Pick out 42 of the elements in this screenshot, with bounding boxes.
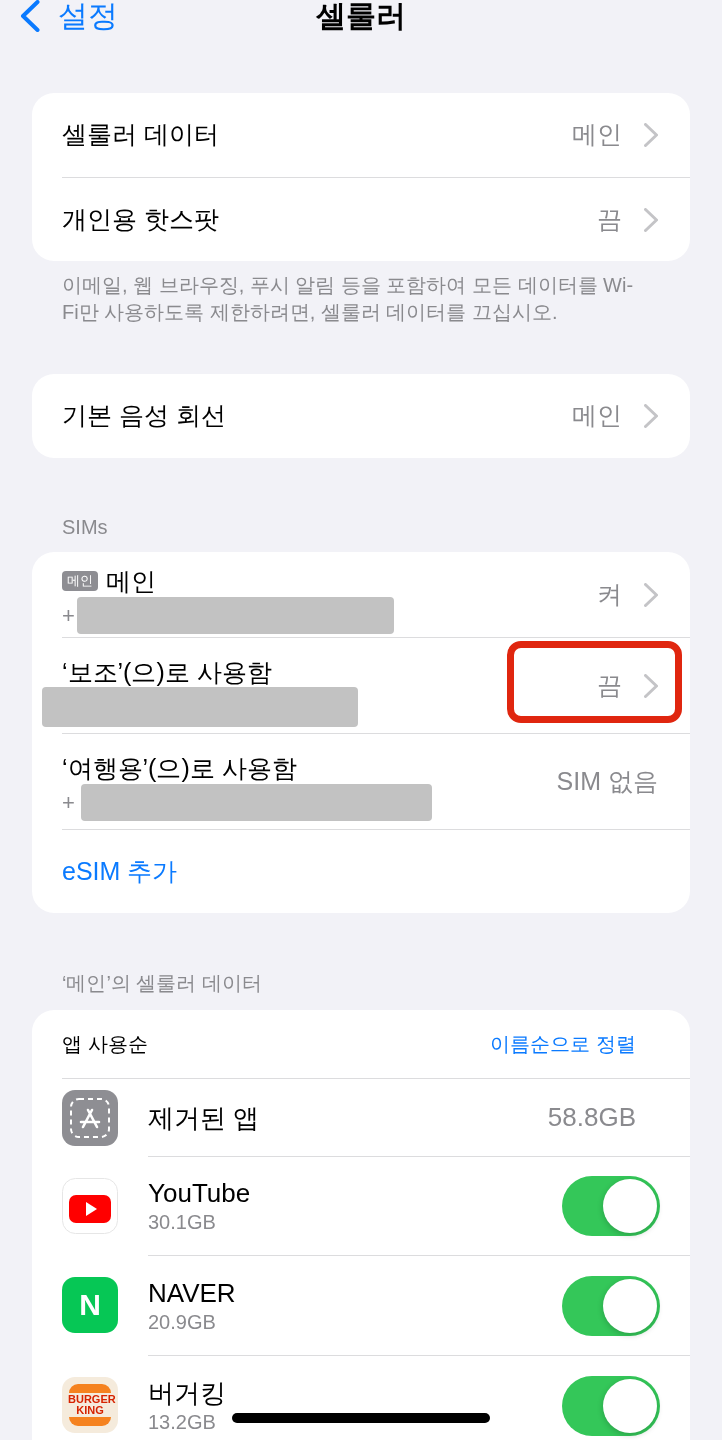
row-value: 메인 — [572, 400, 622, 432]
app-name: 제거된 앱 — [148, 1101, 260, 1134]
app-name: 버거킹 — [148, 1376, 226, 1409]
app-name: YouTube — [148, 1177, 251, 1209]
app-usage: 58.8GB — [547, 1101, 636, 1134]
app-logo: N — [62, 1277, 118, 1333]
add-esim-link[interactable]: eSIM 추가 — [62, 852, 178, 891]
footer-note: 이메일, 웹 브라우징, 푸시 알림 등을 포함하여 모든 데이터를 Wi-Fi만 사용하도록 제한하려면, 셀룰러 데이터를 끄십시오. — [62, 273, 635, 325]
app-usage: 13.2GB — [148, 1409, 217, 1435]
chevron-left-icon — [20, 0, 40, 32]
sim-name: ‘여행용’(으)로 사용함 — [62, 753, 297, 784]
app-logo: BURGER KING — [62, 1377, 118, 1433]
sim-name: 메인 — [106, 566, 156, 597]
chevron-right-icon — [644, 123, 658, 147]
sim-tag: 메인 — [62, 571, 98, 591]
sim-status: 끔 — [597, 669, 622, 701]
sort-by-name-link[interactable]: 이름순으로 정렬 — [490, 1029, 636, 1059]
row-label[interactable]: 기본 음성 회선 — [62, 397, 226, 435]
toggle-switch[interactable] — [562, 1176, 660, 1236]
chevron-right-icon — [644, 207, 658, 232]
sort-label: 앱 사용순 — [62, 1032, 148, 1057]
section-header: ‘메인’의 셀룰러 데이터 — [62, 971, 263, 996]
row-value: 끔 — [597, 203, 622, 235]
app-name: NAVER — [148, 1276, 236, 1309]
toggle-switch[interactable] — [562, 1275, 660, 1336]
app-usage: 30.1GB — [148, 1210, 217, 1235]
phone-number: + — [62, 789, 75, 817]
sim-status: SIM 없음 — [556, 765, 658, 797]
row-value: 메인 — [572, 119, 622, 151]
phone-number: + — [62, 602, 75, 630]
dashed-app-icon — [62, 1089, 118, 1146]
sim-name: ‘보조’(으)로 사용함 — [62, 657, 272, 688]
play-logo-icon — [62, 1177, 118, 1234]
sim-status: 켜 — [597, 578, 622, 610]
section-header: SIMs — [62, 515, 109, 540]
back-button[interactable]: 설정 — [0, 0, 118, 32]
chevron-right-icon — [644, 404, 658, 428]
toggle-switch[interactable] — [562, 1375, 660, 1436]
nav-title: 셀룰러 — [316, 1, 406, 31]
row-label[interactable]: 개인용 핫스팟 — [62, 200, 219, 239]
app-usage: 20.9GB — [148, 1309, 217, 1335]
row-label[interactable]: 셀룰러 데이터 — [62, 116, 219, 154]
